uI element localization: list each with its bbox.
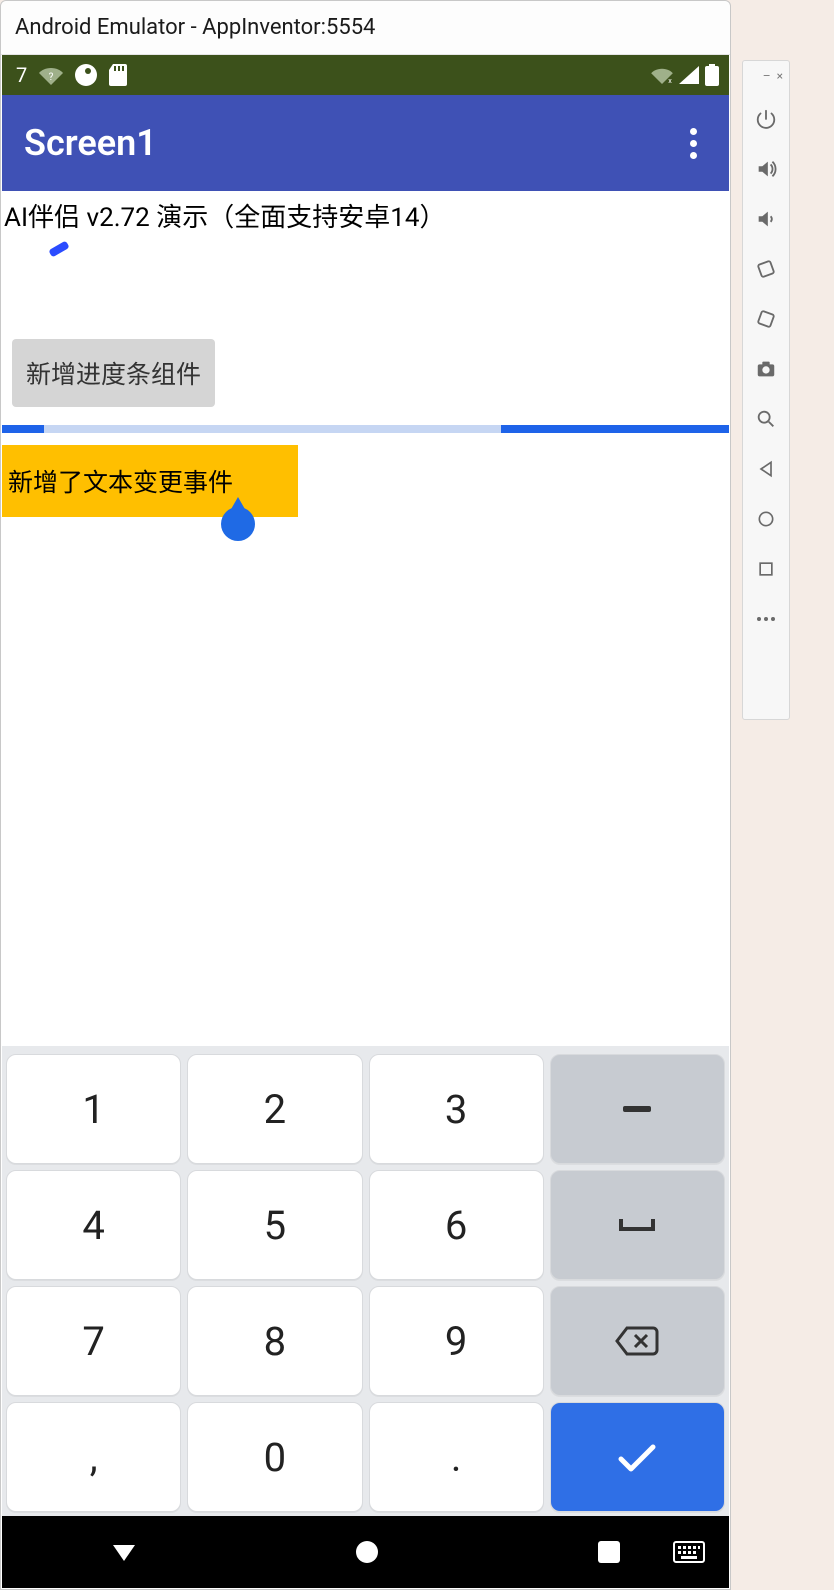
progress-indeterminate-segment xyxy=(2,425,44,433)
key-9[interactable]: 9 xyxy=(369,1286,544,1396)
battery-icon xyxy=(705,64,719,86)
kebab-dot-icon xyxy=(690,152,697,159)
statusbar-left: 7 ? xyxy=(12,63,127,87)
key-0[interactable]: 0 xyxy=(187,1402,362,1512)
device-screen: 7 ? x xyxy=(2,55,729,1588)
key-3[interactable]: 3 xyxy=(369,1054,544,1164)
svg-text:?: ? xyxy=(49,72,54,83)
key-row: 4 5 6 xyxy=(6,1170,725,1280)
statusbar-right: x xyxy=(651,64,719,86)
emulator-title: Android Emulator - AppInventor:5554 xyxy=(15,15,375,40)
key-period[interactable]: . xyxy=(369,1402,544,1512)
new-progressbar-button[interactable]: 新增进度条组件 xyxy=(12,339,215,407)
svg-text:x: x xyxy=(668,76,672,84)
cellular-signal-icon xyxy=(679,66,699,84)
volume-down-button[interactable] xyxy=(746,195,786,243)
key-backspace[interactable] xyxy=(550,1286,725,1396)
emulator-titlebar[interactable]: Android Emulator - AppInventor:5554 xyxy=(1,1,730,55)
key-4[interactable]: 4 xyxy=(6,1170,181,1280)
kebab-dot-icon xyxy=(690,128,697,135)
toolbar-close-button[interactable]: × xyxy=(777,69,783,83)
overflow-menu-button[interactable] xyxy=(680,118,707,169)
zoom-button[interactable] xyxy=(746,395,786,443)
screen-title: Screen1 xyxy=(24,122,157,164)
key-space[interactable] xyxy=(550,1170,725,1280)
power-button[interactable] xyxy=(746,95,786,143)
key-6[interactable]: 6 xyxy=(369,1170,544,1280)
app-content: AI伴侣 v2.72 演示（全面支持安卓14） 新增进度条组件 新增了文本变更事… xyxy=(2,191,729,1046)
key-2[interactable]: 2 xyxy=(187,1054,362,1164)
key-8[interactable]: 8 xyxy=(187,1286,362,1396)
overview-button[interactable] xyxy=(746,545,786,593)
toolbar-window-controls: – × xyxy=(743,67,789,93)
key-row: , 0 . xyxy=(6,1402,725,1512)
kebab-dot-icon xyxy=(690,140,697,147)
version-label: AI伴侣 v2.72 演示（全面支持安卓14） xyxy=(2,191,729,234)
emulator-side-toolbar: – × xyxy=(742,60,790,720)
progress-indeterminate-segment xyxy=(501,425,729,433)
more-button[interactable] xyxy=(746,595,786,643)
text-input[interactable]: 新增了文本变更事件 xyxy=(2,445,298,517)
app-bar: Screen1 xyxy=(2,95,729,191)
wifi-no-internet-icon: ? xyxy=(39,65,63,85)
statusbar-time: 7 xyxy=(16,63,27,87)
android-navbar xyxy=(2,1516,729,1588)
key-5[interactable]: 5 xyxy=(187,1170,362,1280)
wifi-limited-icon: x xyxy=(651,66,673,84)
nav-ime-switch-button[interactable] xyxy=(673,1541,705,1563)
android-statusbar: 7 ? x xyxy=(2,55,729,95)
back-button[interactable] xyxy=(746,445,786,493)
nav-back-button[interactable] xyxy=(109,1537,139,1567)
key-row: 7 8 9 xyxy=(6,1286,725,1396)
key-7[interactable]: 7 xyxy=(6,1286,181,1396)
spinner-icon xyxy=(48,241,69,258)
sd-card-icon xyxy=(109,64,127,86)
home-button[interactable] xyxy=(746,495,786,543)
key-enter[interactable] xyxy=(550,1402,725,1512)
text-cursor-handle-icon[interactable] xyxy=(221,507,255,541)
nav-recents-button[interactable] xyxy=(596,1539,622,1565)
emulator-window: Android Emulator - AppInventor:5554 7 ? … xyxy=(0,0,731,1590)
key-1[interactable]: 1 xyxy=(6,1054,181,1164)
ellipsis-icon xyxy=(757,617,775,621)
progress-bar xyxy=(2,425,729,433)
rotate-right-button[interactable] xyxy=(746,295,786,343)
screenshot-button[interactable] xyxy=(746,345,786,393)
rotate-left-button[interactable] xyxy=(746,245,786,293)
app-notification-icon xyxy=(75,64,97,86)
numeric-keyboard: 1 2 3 4 5 6 7 8 9 xyxy=(2,1046,729,1516)
nav-home-button[interactable] xyxy=(353,1538,381,1566)
volume-up-button[interactable] xyxy=(746,145,786,193)
key-minus[interactable] xyxy=(550,1054,725,1164)
toolbar-minimize-button[interactable]: – xyxy=(763,69,771,83)
key-comma[interactable]: , xyxy=(6,1402,181,1512)
key-row: 1 2 3 xyxy=(6,1054,725,1164)
